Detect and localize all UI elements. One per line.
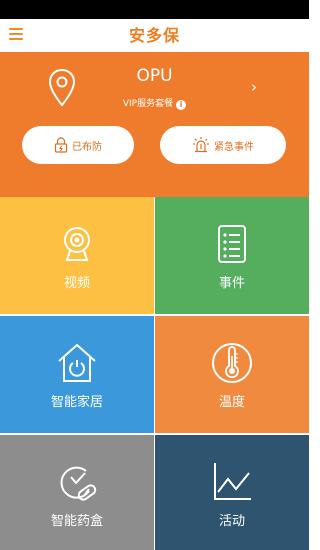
tile-temperature[interactable]: 温度 — [155, 316, 309, 433]
tile-activity-label: 活动 — [218, 514, 245, 529]
info-icon[interactable]: i — [176, 100, 187, 110]
emergency-label: 紧急事件 — [214, 141, 254, 153]
device-panel: OPU VIP服务套餐 i › 已布防 紧急事件 — [0, 52, 309, 197]
tile-video[interactable]: 视频 — [0, 197, 154, 314]
tile-events[interactable]: 事件 — [155, 197, 309, 314]
tile-smart-pillbox[interactable]: 智能药盒 — [0, 435, 154, 550]
tile-video-label: 视频 — [63, 276, 90, 291]
vip-plan-label: VIP服务套餐 — [122, 99, 174, 109]
device-name: OPU — [136, 66, 173, 86]
thermometer-icon — [212, 343, 252, 383]
tile-smart-pillbox-label: 智能药盒 — [50, 514, 103, 529]
chevron-right-icon[interactable]: › — [251, 80, 257, 95]
armed-button[interactable]: 已布防 — [22, 126, 134, 164]
tile-smart-home[interactable]: 智能家居 — [0, 316, 154, 433]
event-list-icon — [218, 225, 246, 263]
activity-chart-icon — [214, 463, 251, 500]
pill-clock-icon — [60, 466, 97, 501]
smart-home-icon — [58, 343, 96, 382]
alarm-siren-icon — [193, 137, 209, 153]
tile-smart-home-label: 智能家居 — [50, 395, 103, 410]
app-title: 安多保 — [128, 26, 180, 45]
vip-plan[interactable]: VIP服务套餐 i — [0, 96, 309, 110]
menu-icon[interactable] — [9, 28, 23, 41]
app-header: 安多保 — [0, 19, 309, 52]
status-bar — [0, 0, 309, 19]
camera-icon — [64, 227, 90, 261]
feature-grid: 视频 事件 智能家居 温度 智能药盒 活动 — [0, 197, 309, 550]
armed-label: 已布防 — [72, 141, 102, 153]
tile-events-label: 事件 — [218, 276, 245, 291]
tile-temperature-label: 温度 — [218, 395, 245, 410]
emergency-button[interactable]: 紧急事件 — [160, 126, 286, 164]
tile-activity[interactable]: 活动 — [155, 435, 309, 550]
lock-icon — [54, 137, 68, 153]
